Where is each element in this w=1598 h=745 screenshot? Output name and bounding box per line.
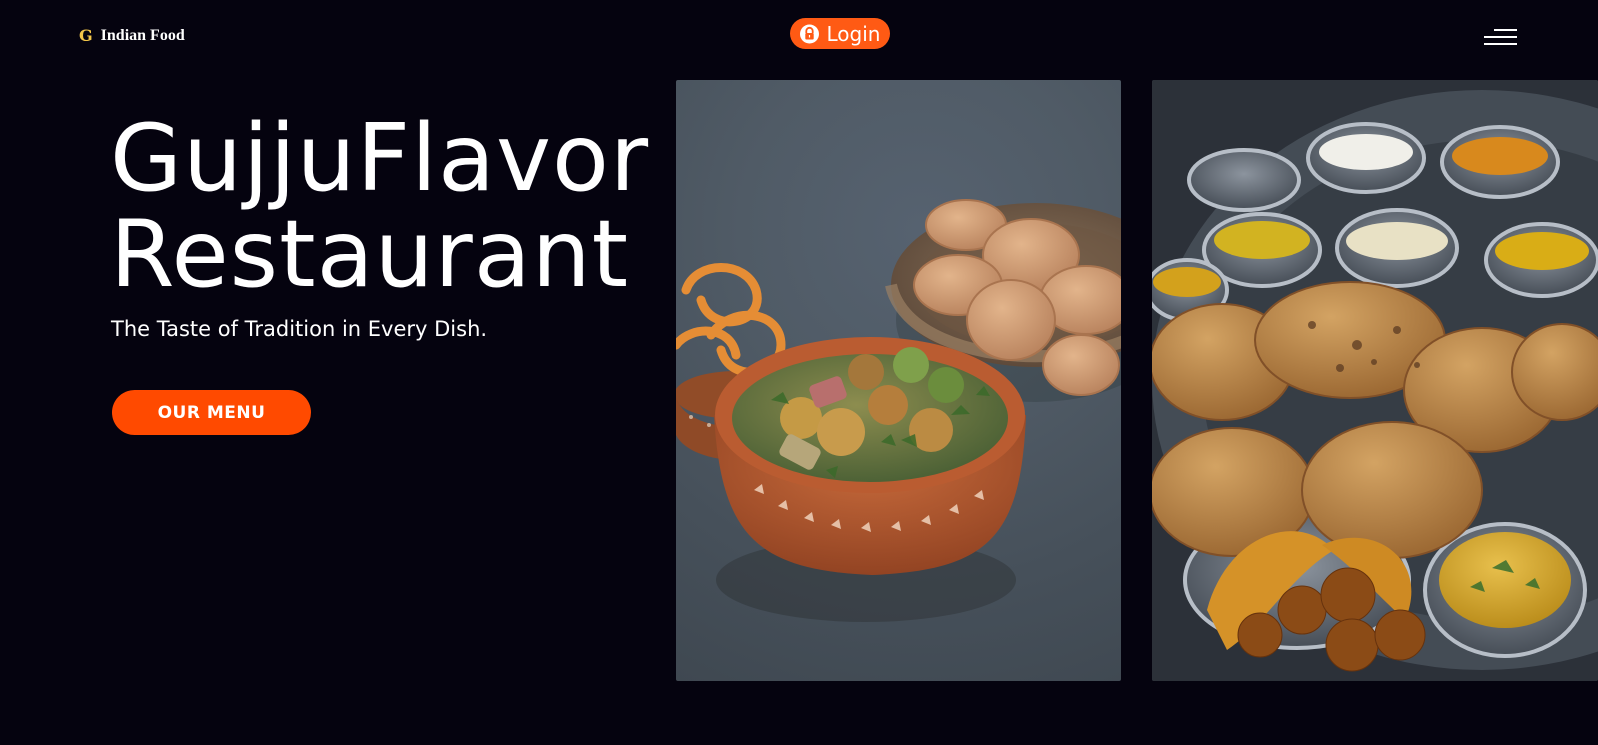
landing-page: G Indian Food Login GujjuFlavor Restaura… <box>0 0 1598 745</box>
our-menu-button[interactable]: OUR MENU <box>112 390 311 435</box>
hamburger-line <box>1484 43 1517 45</box>
thali-photo <box>1152 80 1598 681</box>
lock-icon <box>799 24 819 44</box>
gujarati-dish-photo <box>676 80 1121 681</box>
login-label: Login <box>826 21 881 46</box>
hero-title-line-2: Restaurant <box>110 200 630 308</box>
hamburger-menu-icon[interactable] <box>1484 27 1517 47</box>
logo-text: Indian Food <box>100 27 185 44</box>
hero-title-line-1: GujjuFlavor <box>110 104 650 212</box>
hero-title: GujjuFlavor Restaurant <box>110 110 649 302</box>
login-button[interactable]: Login <box>790 18 890 49</box>
hamburger-line <box>1494 29 1517 31</box>
hero-tagline: The Taste of Tradition in Every Dish. <box>111 317 488 341</box>
site-logo[interactable]: G Indian Food <box>79 28 185 44</box>
logo-icon: G <box>79 26 93 45</box>
hamburger-line <box>1484 36 1517 38</box>
